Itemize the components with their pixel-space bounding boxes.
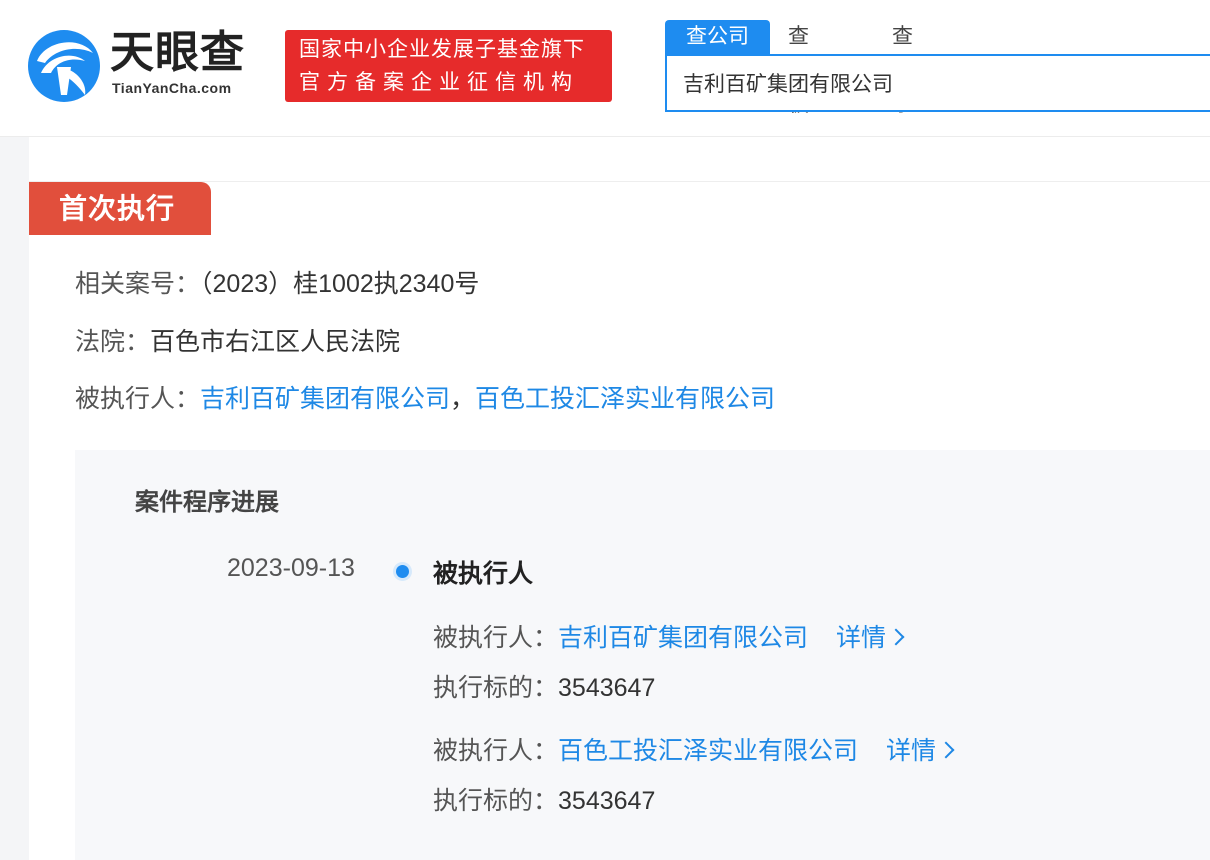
entry-amount-value: 3543647 xyxy=(558,674,656,702)
tab-relation[interactable]: 查关系 xyxy=(892,20,913,116)
timeline-dot-icon xyxy=(396,565,409,578)
separator: ， xyxy=(450,385,476,413)
timeline-event: 被执行人 xyxy=(433,560,534,588)
entry-party-row: 被执行人：吉利百矿集团有限公司 详情 xyxy=(433,618,905,654)
main-content: 首次执行 相关案号：（2023）桂1002执2340号 法院：百色市右江区人民法… xyxy=(29,137,1210,860)
case-number-row: 相关案号：（2023）桂1002执2340号 xyxy=(75,267,479,301)
section-tag: 首次执行 xyxy=(29,182,211,235)
chevron-right-icon xyxy=(937,741,955,759)
executed-party-link-2[interactable]: 百色工投汇泽实业有限公司 xyxy=(475,385,775,413)
divider xyxy=(29,181,1210,182)
tab-boss[interactable]: 查老板 xyxy=(788,20,809,116)
banner-line-2: 官方备案企业征信机构 xyxy=(299,71,579,94)
entry-amount-row: 执行标的：3543647 xyxy=(433,668,655,704)
entry-party-link[interactable]: 吉利百矿集团有限公司 xyxy=(558,624,808,652)
entry-amount-label: 执行标的： xyxy=(433,787,559,815)
chevron-right-icon xyxy=(887,628,905,646)
case-number-value: （2023）桂1002执2340号 xyxy=(200,270,480,298)
court-label: 法院： xyxy=(75,328,151,356)
detail-link[interactable]: 详情 xyxy=(886,737,955,765)
timeline-title: 案件程序进展 xyxy=(135,489,279,516)
case-number-label: 相关案号： xyxy=(75,270,201,298)
entry-party-link[interactable]: 百色工投汇泽实业有限公司 xyxy=(558,737,858,765)
detail-label: 详情 xyxy=(836,624,887,652)
entry-party-label: 被执行人： xyxy=(433,624,559,652)
timeline-date: 2023-09-13 xyxy=(227,554,355,582)
detail-link[interactable]: 详情 xyxy=(836,624,905,652)
tianyancha-logo-icon[interactable] xyxy=(27,29,101,103)
entry-party-row: 被执行人：百色工投汇泽实业有限公司 详情 xyxy=(433,731,955,767)
entry-amount-row: 执行标的：3543647 xyxy=(433,781,655,817)
entry-amount-label: 执行标的： xyxy=(433,674,559,702)
executed-party-row: 被执行人：吉利百矿集团有限公司，百色工投汇泽实业有限公司 xyxy=(75,382,775,416)
logo-subtitle: TianYanCha.com xyxy=(112,80,232,96)
banner-line-1: 国家中小企业发展子基金旗下 xyxy=(299,38,585,61)
court-value: 百色市右江区人民法院 xyxy=(150,328,401,356)
certification-banner: 国家中小企业发展子基金旗下 官方备案企业征信机构 xyxy=(285,30,612,102)
executed-party-label: 被执行人： xyxy=(75,385,201,413)
executed-party-link-1[interactable]: 吉利百矿集团有限公司 xyxy=(200,385,450,413)
site-header: 天眼查 TianYanCha.com 国家中小企业发展子基金旗下 官方备案企业征… xyxy=(0,0,1210,137)
search-input[interactable] xyxy=(665,54,1210,112)
court-row: 法院：百色市右江区人民法院 xyxy=(75,325,400,359)
tab-company[interactable]: 查公司 xyxy=(665,20,770,54)
detail-label: 详情 xyxy=(886,737,937,765)
entry-amount-value: 3543647 xyxy=(558,787,656,815)
entry-party-label: 被执行人： xyxy=(433,737,559,765)
case-progress-panel: 案件程序进展 2023-09-13 被执行人 被执行人：吉利百矿集团有限公司 详情… xyxy=(75,450,1210,860)
logo-title[interactable]: 天眼查 xyxy=(110,28,245,78)
